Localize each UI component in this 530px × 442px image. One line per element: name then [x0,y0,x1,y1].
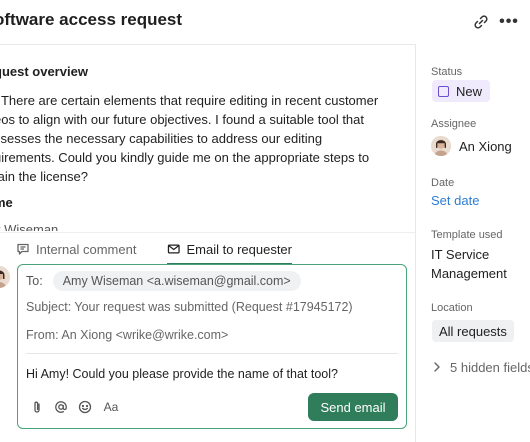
date-label: Date [431,177,455,189]
chevron-right-icon [433,361,441,375]
more-icon[interactable]: ••• [498,10,520,34]
send-email-button[interactable]: Send email [308,393,398,421]
status-square-icon [438,85,449,97]
tab-internal-comment[interactable]: Internal comment [16,233,161,265]
name-field-value: y Wiseman [0,222,59,231]
overview-line: eos to align with our future objectives.… [0,112,365,127]
email-composer: To: Amy Wiseman <a.wiseman@gmail.com> Su… [17,264,407,429]
mention-icon[interactable] [52,398,70,416]
attach-icon[interactable] [28,398,46,416]
overview-title: quest overview [0,64,88,79]
composer-divider [26,353,398,354]
template-line: Management [431,266,507,281]
status-label: Status [431,66,463,78]
template-line: IT Service [431,247,490,262]
header-actions: ••• [470,10,530,34]
avatar [0,266,10,288]
assignee-label: Assignee [431,118,477,130]
header-divider [0,44,415,45]
tab-label: Internal comment [36,241,137,257]
overview-line: . There are certain elements that requir… [0,93,379,108]
to-field[interactable]: To: Amy Wiseman <a.wiseman@gmail.com> [26,270,301,292]
name-field-title: me [0,195,13,210]
assignee-name: An Xiong [459,138,512,154]
comment-icon [17,243,29,255]
template-value[interactable]: IT Service Management [431,245,507,283]
avatar [431,136,451,156]
panel-divider [415,44,416,442]
subject-field[interactable]: Subject: Your request was submitted (Req… [26,300,353,314]
overview-line: tain the license? [0,169,88,184]
from-field[interactable]: From: An Xiong <wrike@wrike.com> [26,328,228,342]
location-badge[interactable]: All requests [432,320,514,342]
template-label: Template used [431,229,503,241]
mail-icon [167,244,180,254]
tab-email-to-requester[interactable]: Email to requester [167,233,292,265]
overview-description: . There are certain elements that requir… [0,91,389,186]
set-date-link[interactable]: Set date [431,193,479,208]
hidden-fields-label: 5 hidden fields [450,360,530,375]
overview-line: ssesses the necessary capabilities to ad… [0,131,323,146]
status-badge[interactable]: New [432,80,491,102]
location-label: Location [431,302,473,314]
composer-toolbar: Aa [28,398,128,416]
comment-tabs: Internal comment Email to requester [0,232,415,265]
overview-line: uirements. Could you kindly guide me on … [0,150,370,165]
to-label: To: [26,274,43,288]
page-title: oftware access request [0,10,183,29]
emoji-icon[interactable] [76,398,94,416]
status-value: New [456,83,483,99]
recipient-chip[interactable]: Amy Wiseman <a.wiseman@gmail.com> [52,271,301,291]
link-icon[interactable] [470,10,492,34]
tab-label: Email to requester [186,241,293,257]
hidden-fields-toggle[interactable]: 5 hidden fields [433,360,530,375]
assignee-field[interactable]: An Xiong [431,136,512,156]
message-body[interactable]: Hi Amy! Could you please provide the nam… [26,367,338,381]
text-format-icon[interactable]: Aa [100,398,122,416]
